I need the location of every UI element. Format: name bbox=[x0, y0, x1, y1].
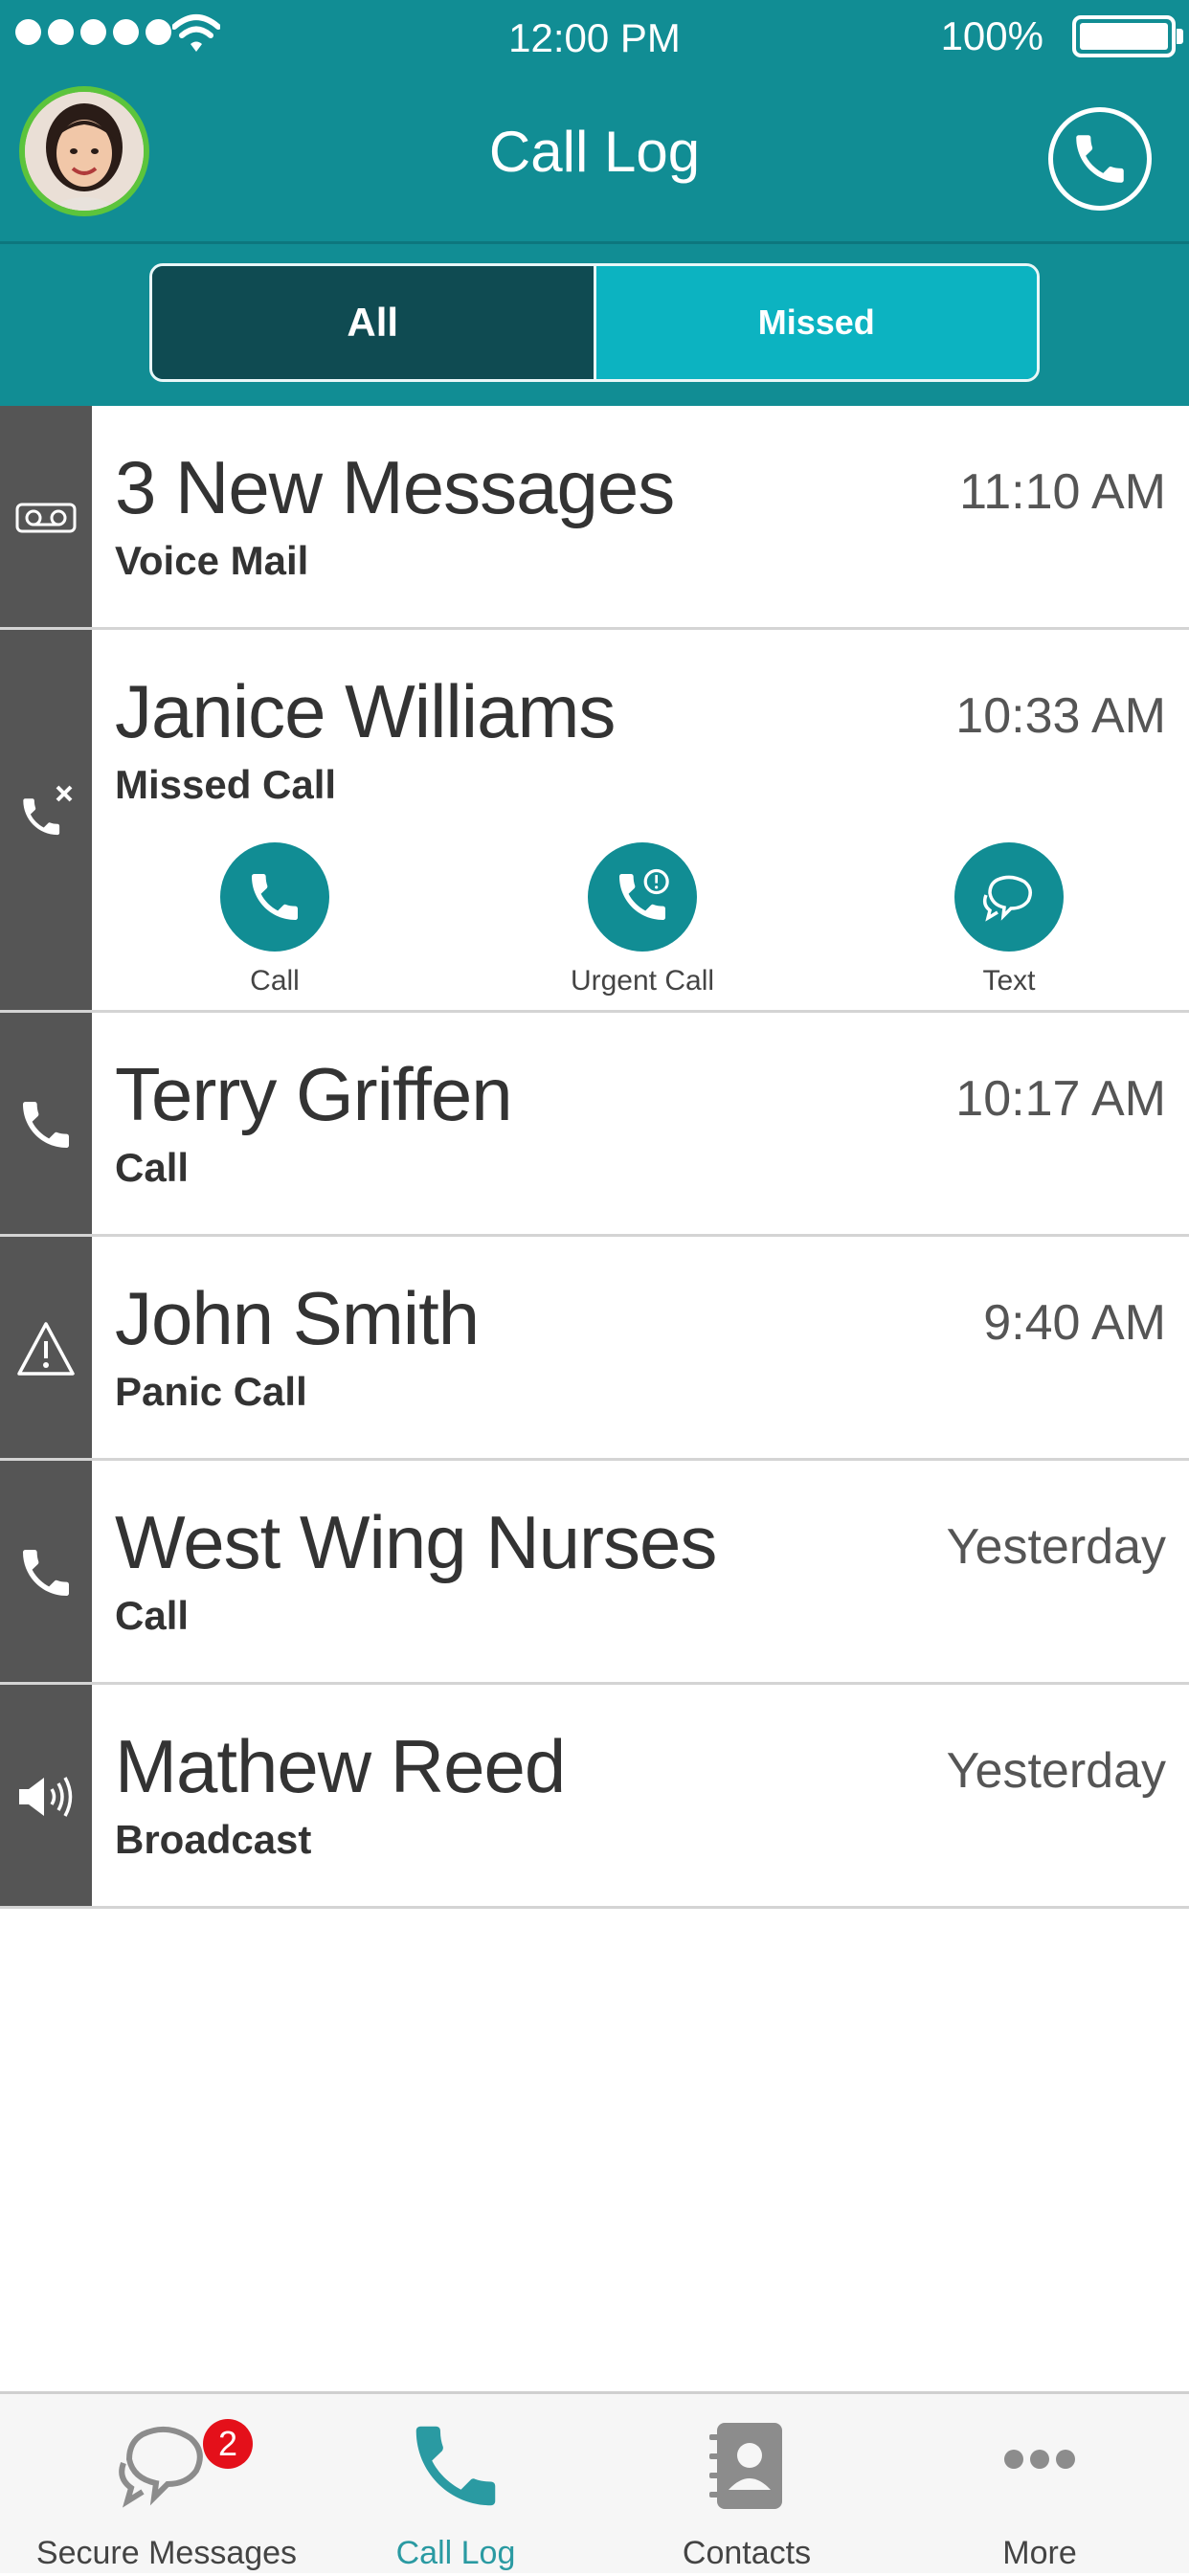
entry-name: 3 New Messages bbox=[115, 445, 675, 529]
call-action-button[interactable]: Call bbox=[150, 842, 399, 997]
chat-icon bbox=[982, 875, 1032, 922]
list-item[interactable]: West Wing Nurses Call Yesterday bbox=[0, 1461, 1189, 1685]
entry-type: Voice Mail bbox=[115, 538, 309, 583]
entry-time: 9:40 AM bbox=[983, 1295, 1166, 1351]
list-item[interactable]: 3 New Messages Voice Mail 11:10 AM bbox=[0, 406, 1189, 630]
list-item[interactable]: Mathew Reed Broadcast Yesterday bbox=[0, 1685, 1189, 1909]
entry-time: 10:33 AM bbox=[955, 688, 1166, 744]
segment-all[interactable]: All bbox=[152, 266, 594, 379]
entry-name: Mathew Reed bbox=[115, 1724, 566, 1808]
voicemail-icon bbox=[15, 503, 77, 533]
entry-type: Missed Call bbox=[115, 762, 337, 807]
entry-name: West Wing Nurses bbox=[115, 1500, 717, 1584]
page-title: Call Log bbox=[488, 120, 701, 184]
tab-contacts[interactable]: Contacts bbox=[603, 2394, 890, 2576]
entry-type: Call bbox=[115, 1593, 190, 1638]
row-type-rail bbox=[0, 406, 92, 627]
urgent-call-action-label: Urgent Call bbox=[570, 965, 715, 997]
segmented-control: All Missed bbox=[149, 263, 1040, 382]
phone-icon bbox=[1076, 135, 1124, 183]
entry-type: Call bbox=[115, 1145, 190, 1190]
urgent-call-action-circle bbox=[588, 842, 697, 952]
call-action-label: Call bbox=[250, 965, 300, 997]
phone-icon bbox=[23, 1102, 69, 1148]
more-dots-icon bbox=[1004, 2450, 1075, 2469]
tab-more[interactable]: More bbox=[896, 2394, 1183, 2576]
battery-percentage: 100% bbox=[940, 13, 1043, 58]
row-type-rail bbox=[0, 1237, 92, 1458]
list-item[interactable]: Terry Griffen Call 10:17 AM bbox=[0, 1013, 1189, 1237]
entry-name: Janice Williams bbox=[115, 669, 616, 753]
warning-icon bbox=[17, 1322, 75, 1376]
battery-icon bbox=[1072, 15, 1183, 57]
entry-type: Broadcast bbox=[115, 1817, 312, 1862]
list-item[interactable]: John Smith Panic Call 9:40 AM bbox=[0, 1237, 1189, 1461]
missed-call-icon bbox=[23, 785, 73, 836]
phone-icon bbox=[23, 1550, 69, 1596]
tab-label: Secure Messages bbox=[35, 2535, 298, 2571]
row-type-rail bbox=[0, 1685, 92, 1906]
tab-call-log[interactable]: Call Log bbox=[312, 2394, 599, 2576]
entry-name: Terry Griffen bbox=[115, 1052, 513, 1136]
tab-bar: 2 Secure Messages Call Log Contacts More bbox=[0, 2391, 1189, 2573]
entry-type: Panic Call bbox=[115, 1369, 307, 1414]
status-bar: 12:00 PM 100% bbox=[0, 0, 1189, 77]
unread-badge: 2 bbox=[203, 2419, 253, 2469]
urgent-call-action-button[interactable]: Urgent Call bbox=[518, 842, 767, 997]
new-call-button[interactable] bbox=[1048, 107, 1152, 211]
tab-secure-messages[interactable]: 2 Secure Messages bbox=[23, 2394, 310, 2576]
text-action-button[interactable]: Text bbox=[885, 842, 1133, 997]
entry-time: 11:10 AM bbox=[959, 464, 1166, 520]
tab-label: More bbox=[1002, 2535, 1077, 2571]
entry-time: Yesterday bbox=[946, 1743, 1166, 1799]
entry-time: 10:17 AM bbox=[955, 1071, 1166, 1127]
row-type-rail bbox=[0, 1013, 92, 1234]
call-action-circle bbox=[220, 842, 329, 952]
entry-name: John Smith bbox=[115, 1276, 480, 1360]
text-action-circle bbox=[954, 842, 1064, 952]
tab-label: Call Log bbox=[395, 2535, 516, 2571]
chat-bubbles-icon bbox=[119, 2426, 203, 2508]
tab-label: Contacts bbox=[682, 2535, 812, 2571]
contacts-book-icon bbox=[709, 2423, 782, 2509]
quick-action-bar: Call Urgent Call Text bbox=[0, 842, 1189, 1005]
entry-time: Yesterday bbox=[946, 1519, 1166, 1575]
urgent-call-icon bbox=[619, 868, 669, 920]
filter-bar: All Missed bbox=[0, 241, 1189, 406]
text-action-label: Text bbox=[982, 965, 1036, 997]
segment-missed[interactable]: Missed bbox=[593, 266, 1037, 379]
navigation-bar: Call Log bbox=[0, 77, 1189, 241]
call-log-list: 3 New Messages Voice Mail 11:10 AM Janic… bbox=[0, 406, 1189, 1909]
speaker-icon bbox=[19, 1777, 73, 1817]
row-type-rail bbox=[0, 1461, 92, 1682]
phone-icon bbox=[252, 874, 298, 920]
phone-icon bbox=[415, 2426, 496, 2506]
